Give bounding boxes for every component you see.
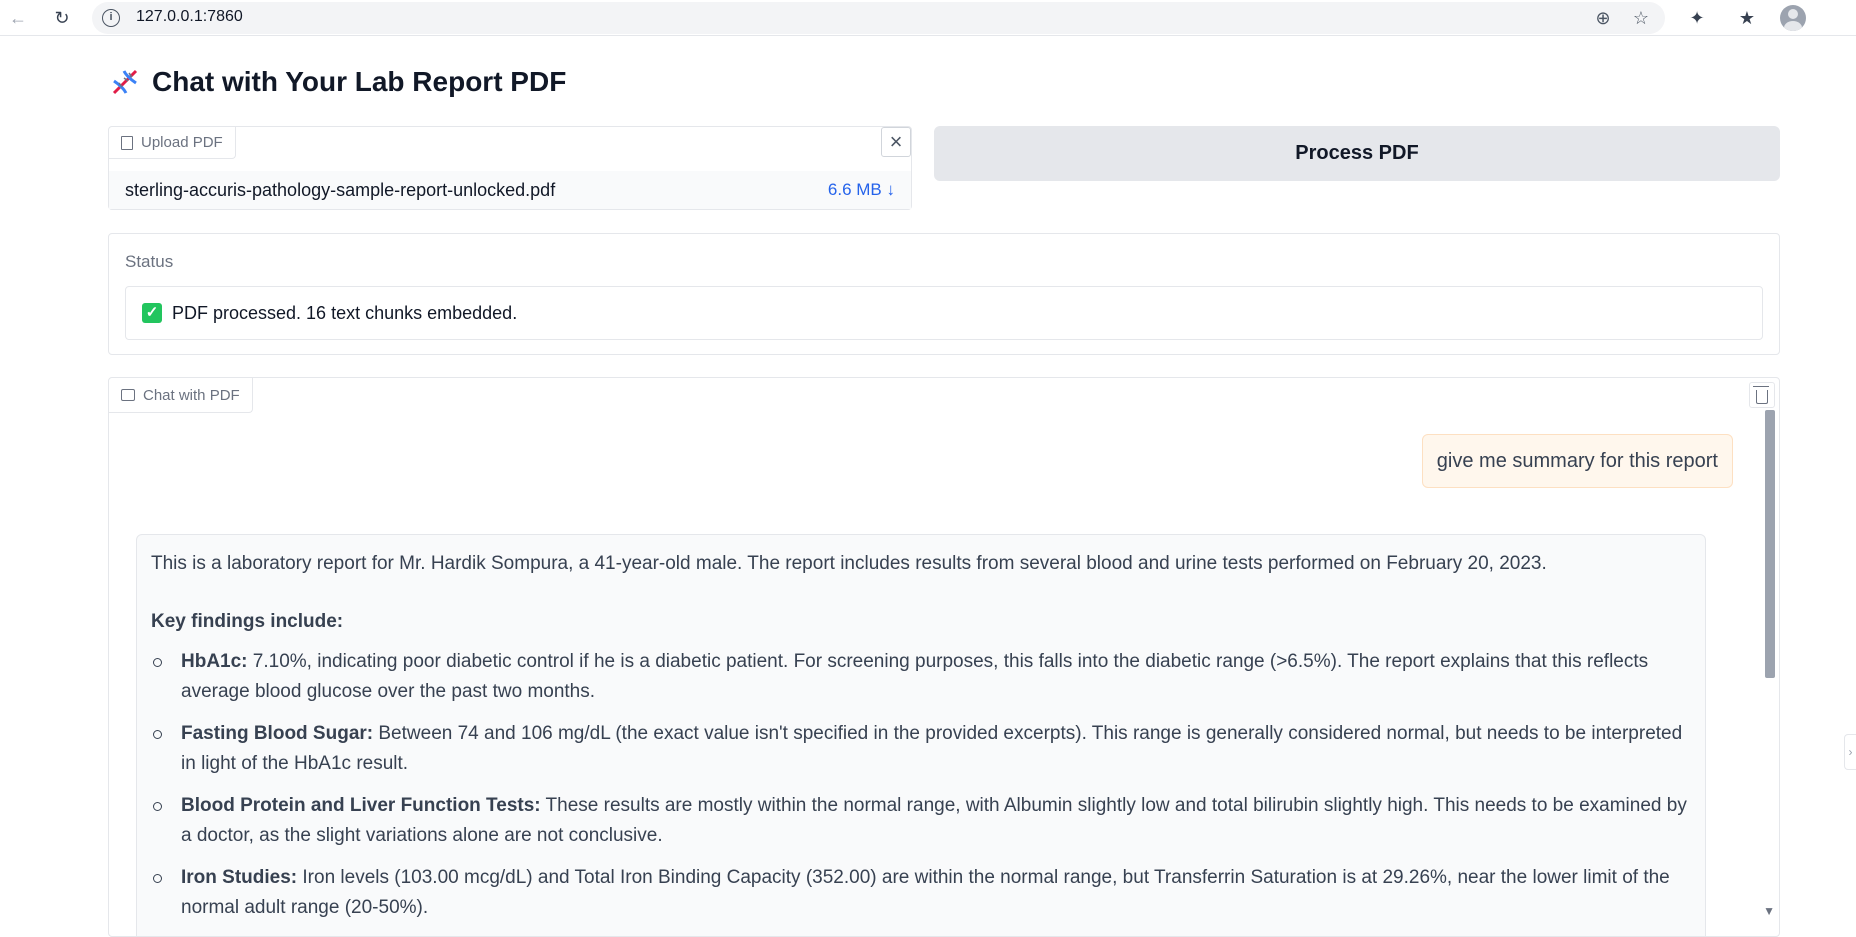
- back-arrow-icon[interactable]: ←: [6, 6, 30, 30]
- chat-label-text: Chat with PDF: [143, 386, 240, 404]
- address-bar[interactable]: i 127.0.0.1:7860 ⊕ ☆: [92, 2, 1665, 34]
- star-icon[interactable]: ☆: [1630, 7, 1652, 29]
- trash-icon: [1753, 385, 1769, 404]
- user-message: give me summary for this report: [1421, 434, 1733, 488]
- list-item: Iron Studies: Iron levels (103.00 mcg/dL…: [151, 863, 1691, 923]
- url-text[interactable]: 127.0.0.1:7860: [136, 8, 243, 26]
- process-pdf-button[interactable]: Process PDF: [934, 126, 1780, 181]
- list-item: Blood Protein and Liver Function Tests: …: [151, 791, 1691, 851]
- status-block: Status ✓ PDF processed. 16 text chunks e…: [108, 233, 1780, 355]
- check-icon: ✓: [142, 303, 162, 323]
- status-label: Status: [125, 252, 174, 271]
- document-icon: [121, 135, 133, 150]
- status-output: ✓ PDF processed. 16 text chunks embedded…: [125, 286, 1763, 340]
- browser-toolbar: ← ↻ i 127.0.0.1:7860 ⊕ ☆ ✦ ★: [0, 0, 1856, 36]
- avatar-icon[interactable]: [1780, 5, 1806, 31]
- chatbot-panel: Chat with PDF ▼ give me summary for this…: [108, 377, 1780, 937]
- puzzle-icon[interactable]: ✦: [1685, 6, 1709, 30]
- upload-label-text: Upload PDF: [141, 134, 223, 151]
- file-name: sterling-accuris-pathology-sample-report…: [125, 179, 556, 200]
- favorites-icon[interactable]: ★: [1735, 6, 1759, 30]
- chat-label: Chat with PDF: [109, 378, 253, 413]
- bot-intro: This is a laboratory report for Mr. Hard…: [151, 553, 1547, 574]
- dna-icon: [112, 69, 138, 95]
- download-file-link[interactable]: 6.6 MB ↓: [828, 180, 895, 200]
- remove-file-button[interactable]: ×: [881, 127, 911, 157]
- chat-scrollbar[interactable]: [1765, 410, 1775, 678]
- scroll-down-icon[interactable]: ▼: [1763, 904, 1775, 918]
- uploaded-file-row: sterling-accuris-pathology-sample-report…: [109, 171, 911, 209]
- page-title: Chat with Your Lab Report PDF: [110, 66, 566, 98]
- reload-icon[interactable]: ↻: [50, 6, 74, 30]
- zoom-icon[interactable]: ⊕: [1592, 7, 1614, 29]
- upload-pdf-block[interactable]: Upload PDF × sterling-accuris-pathology-…: [108, 126, 912, 210]
- site-info-icon[interactable]: i: [102, 9, 120, 27]
- findings-list: HbA1c: 7.10%, indicating poor diabetic c…: [151, 647, 1691, 923]
- bot-message: This is a laboratory report for Mr. Hard…: [136, 534, 1706, 936]
- page-title-text: Chat with Your Lab Report PDF: [152, 66, 567, 97]
- chat-icon: [121, 389, 135, 401]
- upload-label: Upload PDF: [109, 127, 236, 159]
- list-item: HbA1c: 7.10%, indicating poor diabetic c…: [151, 647, 1691, 707]
- clear-chat-button[interactable]: [1749, 382, 1775, 408]
- status-text: PDF processed. 16 text chunks embedded.: [172, 302, 518, 323]
- bot-heading: Key findings include:: [151, 611, 344, 632]
- side-panel-toggle[interactable]: ›: [1844, 734, 1856, 770]
- list-item: Fasting Blood Sugar: Between 74 and 106 …: [151, 719, 1691, 779]
